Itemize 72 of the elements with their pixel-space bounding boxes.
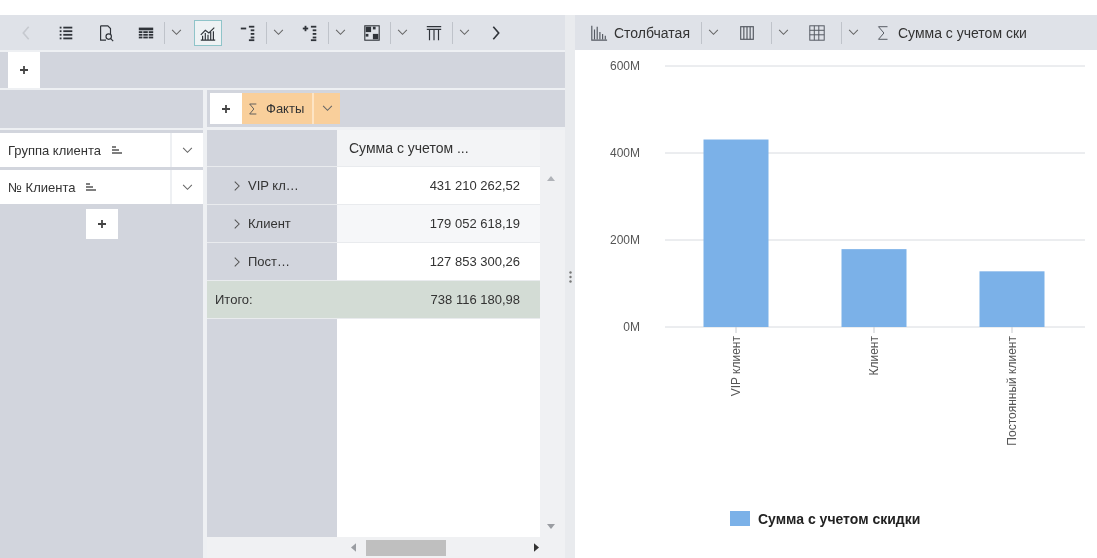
dropdown-button[interactable]	[328, 21, 346, 44]
columns-icon	[737, 23, 756, 42]
table-cell: 179 052 618,19	[337, 205, 540, 242]
caret-icon	[273, 29, 284, 36]
dropdown-button[interactable]	[700, 21, 719, 44]
legend-swatch	[730, 511, 750, 526]
row-label: VIP кл…	[248, 178, 299, 193]
total-cell: 738 116 180,98	[337, 281, 540, 318]
scroll-up-icon	[547, 176, 555, 181]
plus-icon	[19, 65, 29, 75]
field-label: № Клиента	[8, 179, 76, 195]
chevron-right-icon	[233, 217, 240, 230]
toolbar-button[interactable]: Столбчатая	[589, 19, 691, 46]
scroll-right-icon	[534, 543, 539, 552]
sort-icon	[110, 144, 123, 156]
table-cell: 431 210 262,52	[337, 167, 540, 204]
axis-label: Постоянный клиент	[1005, 336, 1019, 446]
total-label: Итого:	[207, 281, 337, 318]
axis-label: Клиент	[867, 336, 881, 376]
caret-icon	[777, 29, 789, 36]
dropdown-button[interactable]	[452, 21, 470, 44]
column-header[interactable]: Сумма с учетом ...	[337, 130, 540, 166]
scroll-left-icon	[351, 543, 356, 552]
legend-label: Сумма с учетом скидки	[758, 511, 921, 527]
chevron-right-icon	[233, 255, 240, 268]
dropdown-button[interactable]	[266, 21, 284, 44]
caret-icon	[182, 146, 193, 154]
grid-icon	[807, 23, 826, 42]
field-label: Группа клиента	[8, 142, 101, 158]
row-label: Пост…	[248, 254, 291, 269]
toolbar-button[interactable]	[194, 19, 222, 46]
row-header[interactable]: VIP кл…	[207, 167, 337, 204]
scroll-down-icon	[547, 524, 555, 529]
plus-icon	[221, 103, 231, 114]
caret-icon	[459, 29, 470, 36]
axis-label: 600M	[609, 59, 640, 73]
facts-label: Факты	[266, 101, 305, 116]
row-header[interactable]: Пост…	[207, 243, 337, 280]
axis-label: VIP клиент	[729, 336, 743, 397]
caret-icon	[182, 183, 193, 191]
splitter-handle[interactable]	[565, 15, 575, 558]
caret-icon	[847, 29, 859, 36]
chevron-right-icon	[233, 179, 240, 192]
add-button[interactable]	[210, 93, 242, 124]
facts-chip[interactable]: Факты	[242, 93, 313, 124]
axis-label: 0M	[623, 320, 640, 334]
dropdown-button[interactable]	[770, 21, 789, 44]
bar	[979, 271, 1045, 327]
caret-icon	[321, 105, 333, 112]
axis-label: 200M	[609, 233, 640, 247]
dropdown-button[interactable]	[840, 21, 859, 44]
add-button[interactable]	[8, 52, 40, 88]
row-label: Клиент	[248, 216, 291, 231]
add-button[interactable]	[85, 209, 118, 239]
caret-icon	[171, 29, 182, 36]
scroll-thumb[interactable]	[366, 539, 446, 556]
sigma-icon	[248, 101, 258, 116]
bar-chart-icon	[590, 23, 608, 42]
toolbar-button[interactable]: Сумма с учетом ски	[872, 19, 1028, 46]
table-cell: 127 853 300,26	[337, 243, 540, 280]
plus-icon	[96, 219, 107, 229]
caret-icon	[335, 29, 346, 36]
caret-icon	[397, 29, 408, 36]
axis-label: 400M	[609, 146, 640, 160]
drag-handle-icon	[568, 270, 572, 283]
dropdown-button[interactable]	[390, 21, 408, 44]
row-field[interactable]: Группа клиента	[0, 133, 203, 167]
caret-icon	[707, 29, 719, 36]
row-header[interactable]: Клиент	[207, 205, 337, 242]
sort-icon	[85, 181, 98, 193]
dropdown-button[interactable]	[164, 21, 182, 44]
row-field[interactable]: № Клиента	[0, 170, 203, 204]
